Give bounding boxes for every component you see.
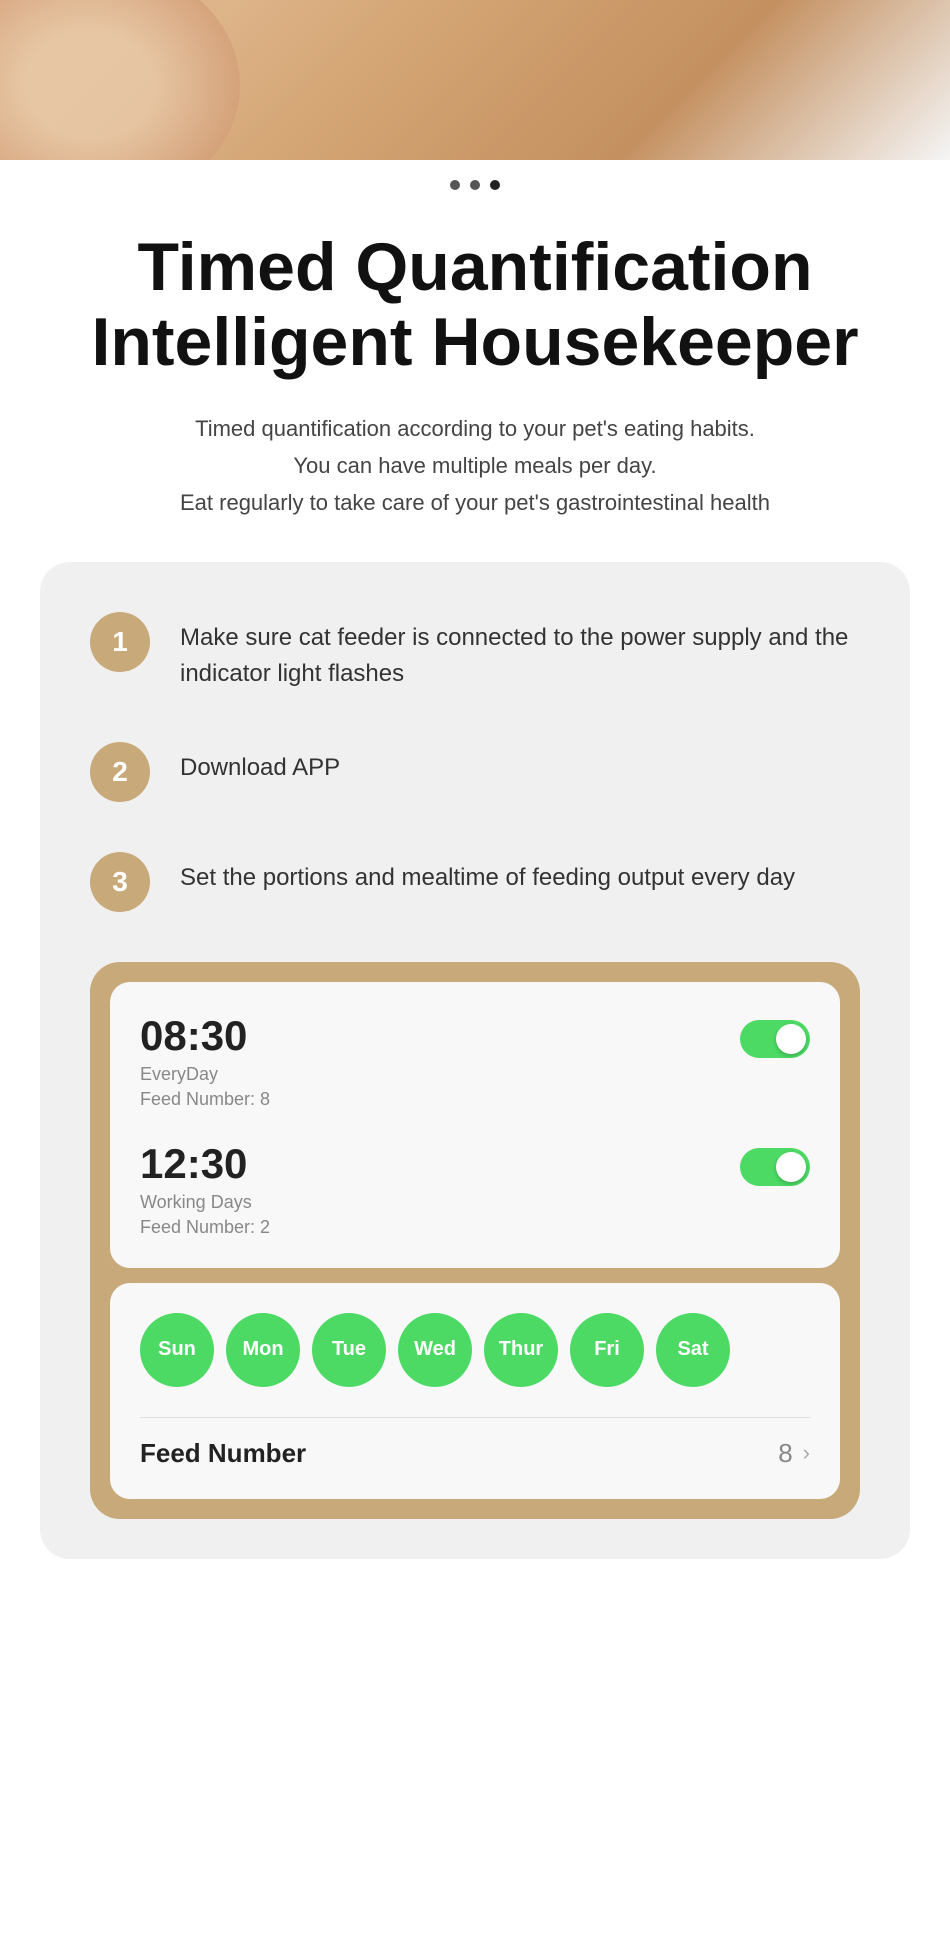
step-text-3: Set the portions and mealtime of feeding… [180,852,795,896]
days-row: Sun Mon Tue Wed Thur Fri [140,1313,810,1387]
meal-feed-2: Feed Number: 2 [140,1217,270,1238]
feed-number-row[interactable]: Feed Number 8 › [140,1438,810,1469]
day-thur[interactable]: Thur [484,1313,558,1387]
step-number-3: 3 [90,852,150,912]
days-feed-card: Sun Mon Tue Wed Thur Fri [110,1283,840,1499]
chevron-right-icon: › [803,1440,810,1466]
dot-2 [470,180,480,190]
meal-time-1: 08:30 [140,1012,270,1060]
toggle-1[interactable] [740,1020,810,1058]
meal-feed-1: Feed Number: 8 [140,1089,270,1110]
day-wed[interactable]: Wed [398,1313,472,1387]
feed-number-value: 8 › [778,1438,810,1469]
day-mon[interactable]: Mon [226,1313,300,1387]
step-text-1: Make sure cat feeder is connected to the… [180,612,860,692]
main-content: Timed Quantification Intelligent Houseke… [0,200,950,1559]
step-item-3: 3 Set the portions and mealtime of feedi… [90,852,860,912]
meal-entry-2: 12:30 Working Days Feed Number: 2 [140,1140,810,1238]
schedule-card: 08:30 EveryDay Feed Number: 8 12:30 Work… [110,982,840,1268]
step-item-1: 1 Make sure cat feeder is connected to t… [90,612,860,692]
toggle-2[interactable] [740,1148,810,1186]
step-item-2: 2 Download APP [90,742,860,802]
meal-time-2: 12:30 [140,1140,270,1188]
meal-schedule-2: Working Days [140,1192,270,1213]
feed-number-label: Feed Number [140,1438,306,1469]
step-number-2: 2 [90,742,150,802]
divider [140,1417,810,1418]
step-number-1: 1 [90,612,150,672]
pagination-dots [0,160,950,200]
steps-card: 1 Make sure cat feeder is connected to t… [40,562,910,1559]
dot-3 [490,180,500,190]
meal-entry-1: 08:30 EveryDay Feed Number: 8 [140,1012,810,1110]
day-sat[interactable]: Sat [656,1313,730,1387]
step-text-2: Download APP [180,742,340,786]
meal-schedule-1: EveryDay [140,1064,270,1085]
day-fri[interactable]: Fri [570,1313,644,1387]
dot-1 [450,180,460,190]
top-image [0,0,950,160]
day-tue[interactable]: Tue [312,1313,386,1387]
hero-title: Timed Quantification Intelligent Houseke… [40,200,910,410]
day-sun[interactable]: Sun [140,1313,214,1387]
app-mockup: 08:30 EveryDay Feed Number: 8 12:30 Work… [90,962,860,1519]
hero-subtitle: Timed quantification according to your p… [40,410,910,562]
